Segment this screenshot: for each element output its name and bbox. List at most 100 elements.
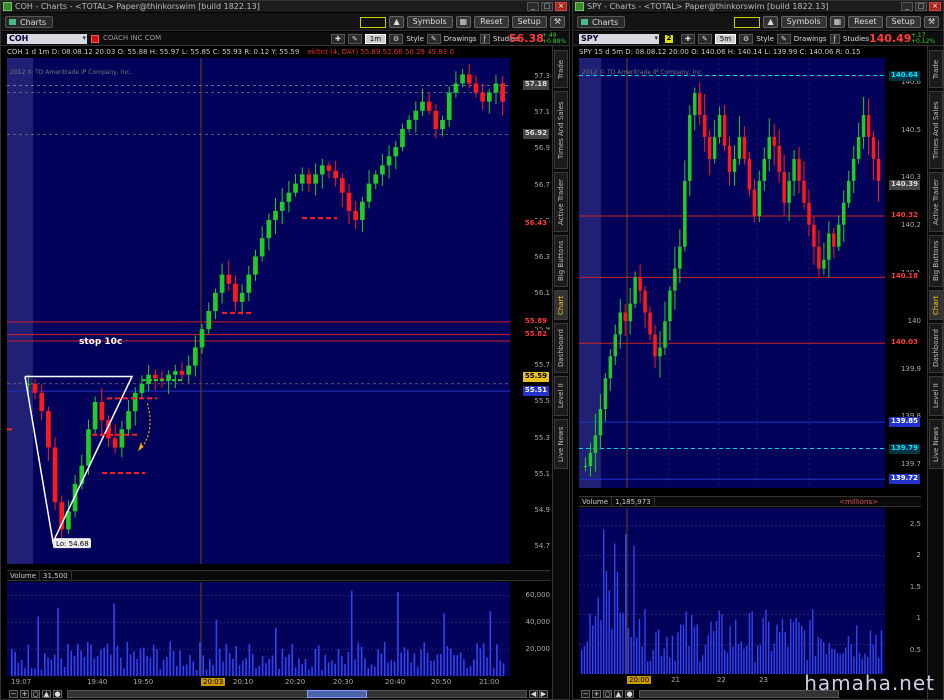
minimize-button[interactable]: _	[901, 2, 913, 11]
studies-menu[interactable]: Studies	[843, 35, 869, 43]
volume-bar	[446, 646, 449, 676]
link-color-box[interactable]	[360, 16, 387, 28]
volume-bar	[847, 636, 850, 674]
side-tab-live-news[interactable]: Live News	[929, 419, 943, 469]
price-level-tag: 56.92	[522, 129, 549, 140]
zoom-fit-icon[interactable]: ○	[31, 690, 40, 698]
symbol-input[interactable]: SPY	[579, 34, 659, 44]
time-scrollbar[interactable]	[67, 690, 527, 698]
scroll-left-icon[interactable]: ◀	[529, 690, 538, 698]
volume-bar	[123, 668, 125, 676]
reset-button[interactable]: Reset	[848, 16, 883, 28]
drawings-icon[interactable]: ✎	[776, 34, 791, 44]
side-tab-level-ii[interactable]: Level II	[929, 376, 943, 416]
zoom-out-icon[interactable]: −	[581, 690, 590, 698]
side-tab-live-news[interactable]: Live News	[554, 419, 568, 469]
side-tab-active-trader[interactable]: Active Trader	[554, 172, 568, 232]
side-tab-big-buttons[interactable]: Big Buttons	[929, 235, 943, 287]
time-label: 19:50	[133, 678, 154, 686]
wrench-icon[interactable]: ⚒	[923, 16, 939, 28]
drawing-pin-icon[interactable]: ●	[625, 690, 634, 698]
candle-body	[112, 438, 118, 448]
symbol-input[interactable]: COH	[7, 34, 87, 44]
side-tab-dashboard[interactable]: Dashboard	[554, 323, 568, 373]
scrollbar-thumb[interactable]	[307, 690, 367, 698]
studies-icon[interactable]: ƒ	[829, 34, 841, 44]
candle-body	[628, 303, 632, 322]
crosshair-icon[interactable]: ✚	[331, 34, 345, 44]
side-tab-level-ii[interactable]: Level II	[554, 376, 568, 416]
side-tab-times-and-sales[interactable]: Times And Sales	[929, 91, 943, 169]
cursor-icon[interactable]: ▲	[614, 690, 623, 698]
candle-body	[400, 128, 405, 148]
price-axis[interactable]: 57.357.156.956.756.556.356.155.955.755.5…	[510, 58, 550, 564]
price-axis[interactable]: 140.6140.5140.3140.2140.1140139.9139.813…	[885, 58, 921, 488]
pencil-icon[interactable]: ✎	[347, 34, 362, 44]
style-menu[interactable]: Style	[756, 35, 774, 43]
side-tab-trade[interactable]: Trade	[929, 50, 943, 88]
volume-bar	[228, 652, 231, 676]
zoom-in-icon[interactable]: +	[20, 690, 29, 698]
close-button[interactable]: ×	[929, 2, 941, 11]
symbols-button[interactable]: Symbols	[406, 16, 453, 28]
reset-button[interactable]: Reset	[474, 16, 509, 28]
cursor-icon[interactable]: ▲	[42, 690, 51, 698]
candle-body	[598, 409, 603, 436]
volume-bar	[400, 652, 402, 676]
side-tab-chart[interactable]: Chart	[554, 290, 568, 320]
drawings-menu[interactable]: Drawings	[444, 35, 477, 43]
studies-icon[interactable]: ƒ	[479, 34, 491, 44]
volume-bar	[298, 658, 300, 676]
volume-plot-area[interactable]	[579, 508, 885, 674]
volume-bar	[169, 641, 171, 676]
maximize-button[interactable]: □	[541, 2, 553, 11]
alert-bell-icon[interactable]: ▲	[389, 16, 404, 28]
style-gear-icon[interactable]: ⚙	[389, 34, 404, 44]
zoom-in-icon[interactable]: +	[592, 690, 601, 698]
style-gear-icon[interactable]: ⚙	[739, 34, 754, 44]
drawing-pin-icon[interactable]: ●	[53, 690, 62, 698]
link-red-icon[interactable]	[91, 35, 99, 43]
price-level-tag: 55.51	[522, 386, 549, 397]
side-tab-trade[interactable]: Trade	[554, 50, 568, 88]
link-group-icon[interactable]: 2	[665, 35, 673, 43]
zoom-out-icon[interactable]: −	[9, 690, 18, 698]
maximize-button[interactable]: □	[915, 2, 927, 11]
volume-bar	[70, 651, 72, 676]
close-button[interactable]: ×	[555, 2, 567, 11]
scroll-right-icon[interactable]: ▶	[539, 690, 548, 698]
price-plot-area[interactable]: 2012 © TD Ameritrade IP Company, Inc.	[579, 58, 885, 488]
candle-body	[832, 233, 836, 247]
volume-bar	[119, 657, 122, 676]
volume-plot-area[interactable]	[7, 582, 510, 676]
volume-bar	[680, 624, 682, 674]
charts-menu-button[interactable]: Charts	[577, 16, 626, 28]
volume-bar	[146, 655, 148, 676]
drawings-menu[interactable]: Drawings	[794, 35, 827, 43]
pencil-icon[interactable]: ✎	[697, 34, 712, 44]
price-plot-area[interactable]: stop 10c Lo: 54.68 2012 © TD Ameritrade I…	[7, 58, 510, 564]
period-selector[interactable]: 5m	[714, 34, 737, 44]
side-tab-times-and-sales[interactable]: Times And Sales	[554, 91, 568, 169]
drawings-icon[interactable]: ✎	[426, 34, 441, 44]
setup-button[interactable]: Setup	[885, 16, 921, 28]
charts-menu-button[interactable]: Charts	[5, 16, 54, 28]
zoom-fit-icon[interactable]: ○	[603, 690, 612, 698]
setup-button[interactable]: Setup	[511, 16, 547, 28]
alert-bell-icon[interactable]: ▲	[763, 16, 778, 28]
minimize-button[interactable]: _	[527, 2, 539, 11]
period-selector[interactable]: 1m	[364, 34, 387, 44]
window-title: COH - Charts - <TOTAL> Paper@thinkorswim…	[15, 2, 260, 11]
side-tab-big-buttons[interactable]: Big Buttons	[554, 235, 568, 287]
side-tab-active-trader[interactable]: Active Trader	[929, 172, 943, 232]
side-tab-dashboard[interactable]: Dashboard	[929, 323, 943, 373]
wrench-icon[interactable]: ⚒	[549, 16, 565, 28]
layout-grid-icon[interactable]: ▦	[455, 16, 472, 28]
volume-bar	[166, 656, 168, 676]
side-tab-chart[interactable]: Chart	[929, 290, 943, 320]
link-color-box[interactable]	[734, 16, 761, 28]
style-menu[interactable]: Style	[406, 35, 424, 43]
layout-grid-icon[interactable]: ▦	[829, 16, 846, 28]
symbols-button[interactable]: Symbols	[780, 16, 827, 28]
crosshair-icon[interactable]: ✚	[681, 34, 695, 44]
